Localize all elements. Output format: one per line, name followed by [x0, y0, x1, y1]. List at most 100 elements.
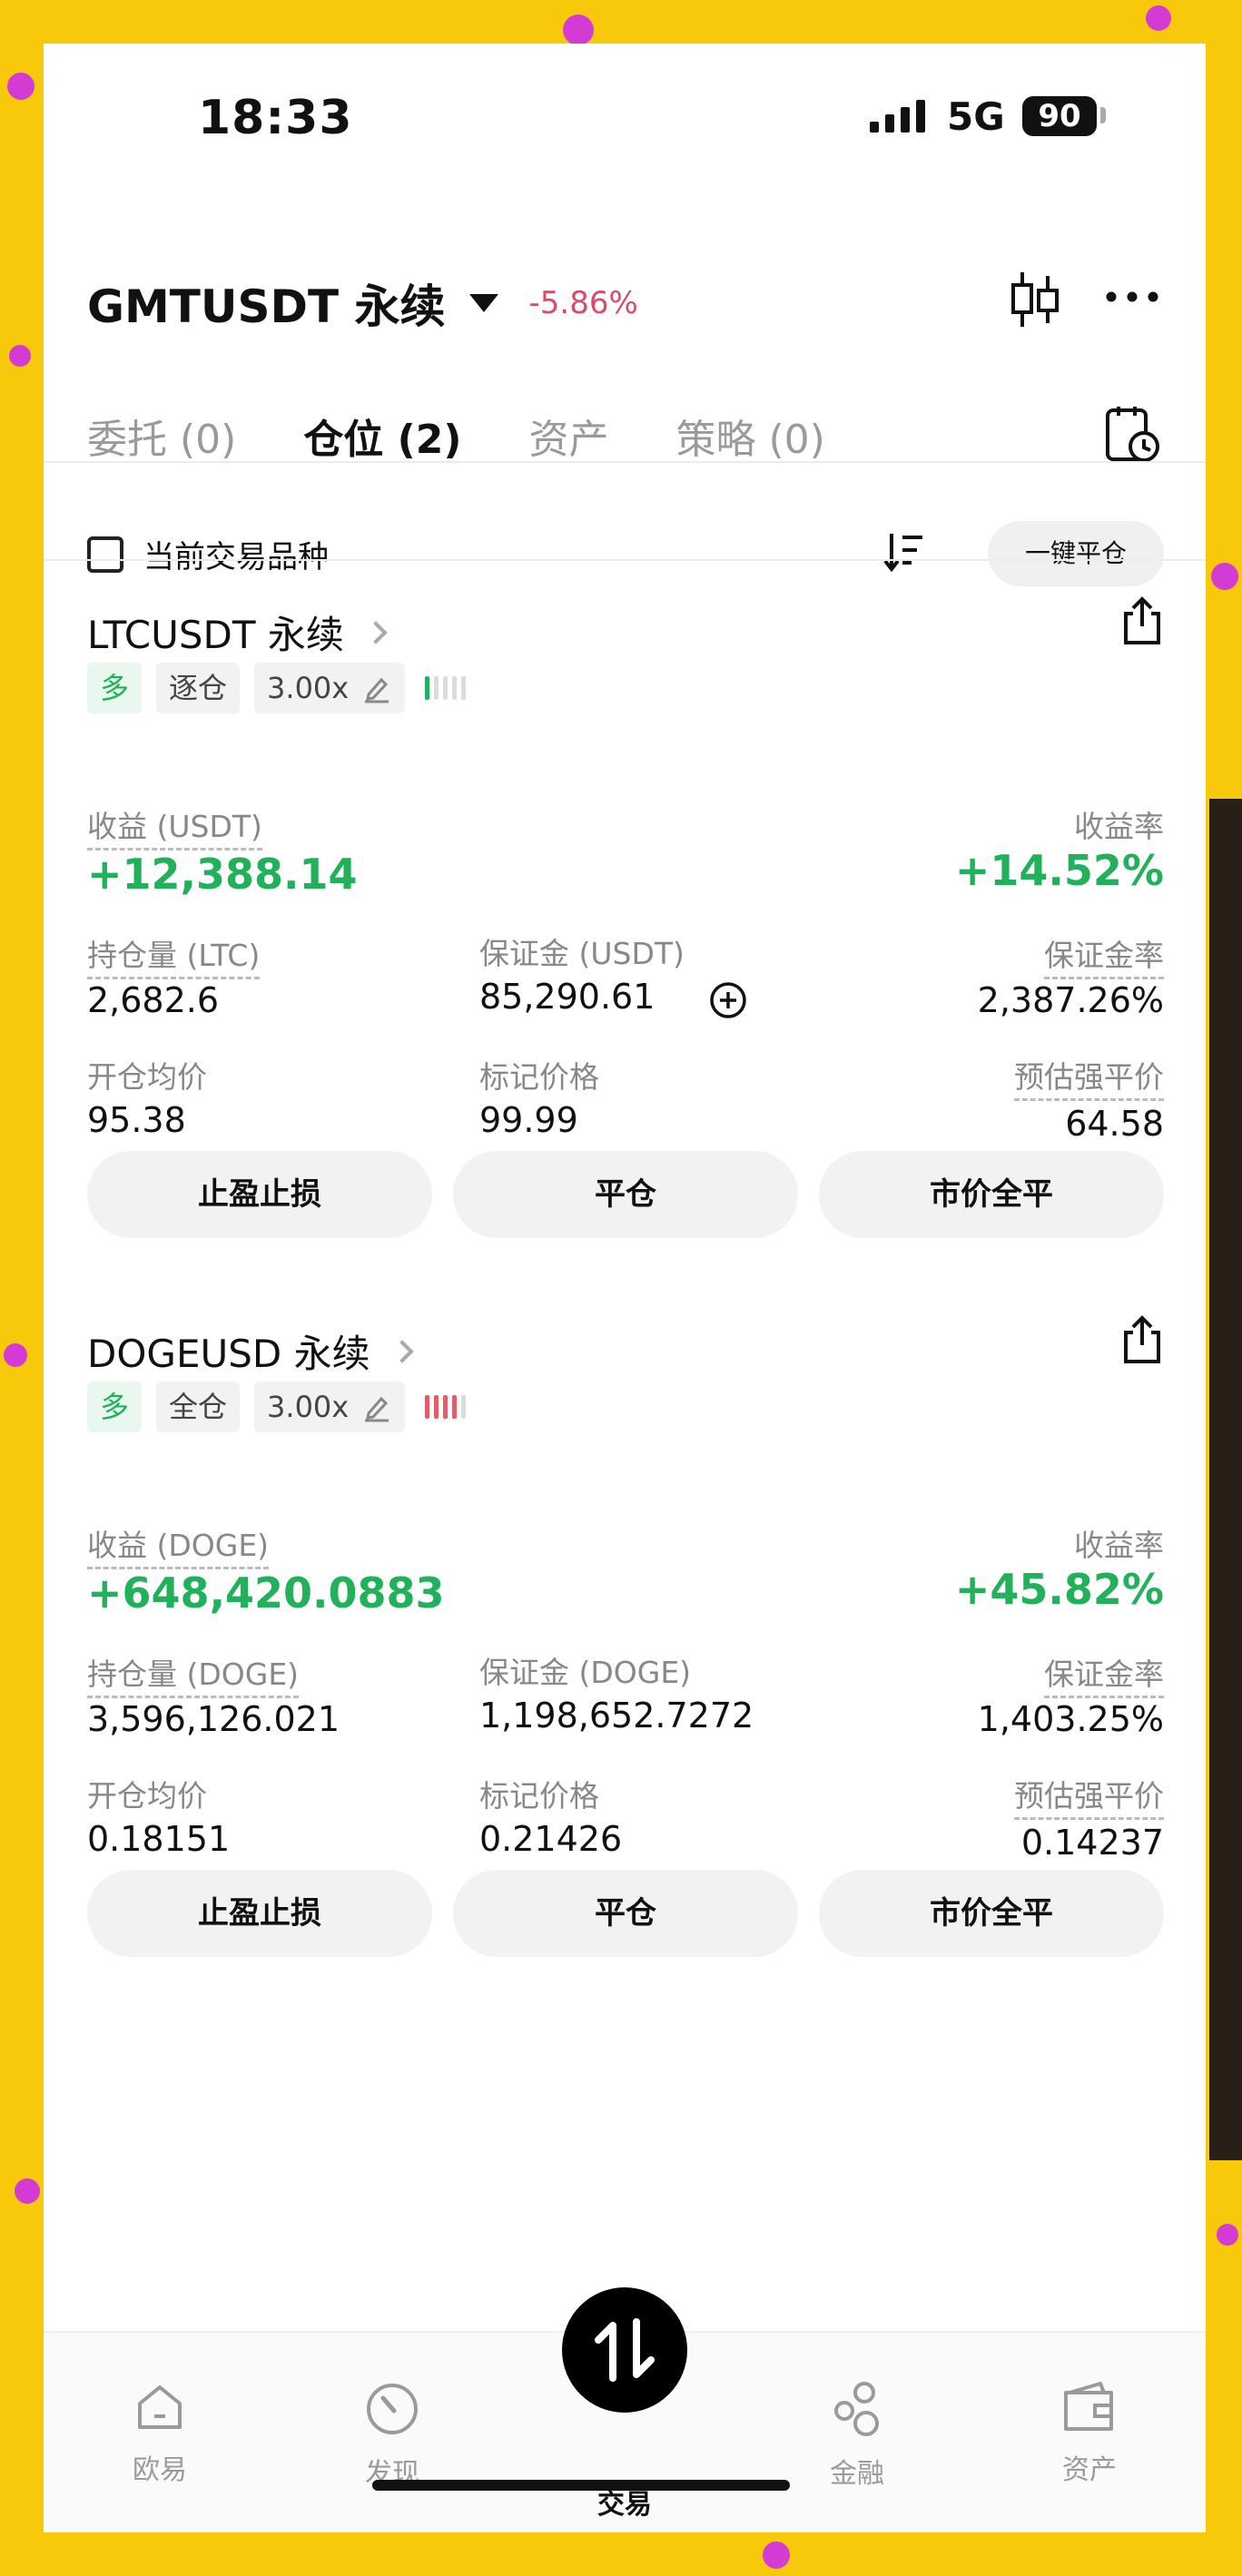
history-icon[interactable] [1104, 405, 1162, 465]
margin-label: 保证金 (USDT) [479, 936, 685, 971]
signal-icon [870, 100, 925, 133]
status-bar: 18:33 5G 90 [44, 44, 1206, 198]
edit-icon [365, 677, 389, 703]
market-close-button[interactable]: 市价全平 [819, 1151, 1164, 1238]
nav-trade-button[interactable] [562, 2287, 687, 2413]
more-icon[interactable] [1106, 290, 1158, 303]
position-card-doge: DOGEUSD 永续 多 全仓 3.00x 收益 (DOGE) +648,420… [87, 1315, 1164, 2013]
current-pair-filter[interactable]: 当前交易品种 [87, 532, 329, 576]
leverage-badge[interactable]: 3.00x [254, 663, 406, 713]
roi-value: +45.82% [954, 1565, 1164, 1614]
size-label: 持仓量 (DOGE) [87, 1650, 300, 1698]
position-tags: 多 逐仓 3.00x [87, 663, 467, 713]
entry-price-label: 开仓均价 [87, 1778, 207, 1814]
nav-home[interactable]: 欧易 [87, 2380, 232, 2487]
leverage-value: 3.00x [267, 1390, 350, 1424]
adl-indicator [425, 676, 467, 700]
network-type: 5G [947, 94, 1005, 139]
decorative-dot [15, 2178, 40, 2204]
pnl-label: 收益 (USDT) [87, 802, 262, 850]
decorative-dot [4, 1343, 27, 1367]
mark-price-label: 标记价格 [479, 1059, 599, 1095]
nav-home-label: 欧易 [133, 2454, 187, 2486]
mark-price-label: 标记价格 [479, 1778, 599, 1814]
position-tabs: 委托 (0) 仓位 (2) 资产 策略 (0) [87, 407, 825, 465]
side-badge: 多 [87, 663, 143, 713]
pair-title: GMTUSDT 永续 [87, 280, 446, 333]
share-icon[interactable] [1120, 595, 1164, 646]
adl-indicator [425, 1395, 467, 1419]
decorative-dot [9, 345, 31, 367]
tab-positions[interactable]: 仓位 (2) [303, 407, 461, 465]
tab-orders[interactable]: 委托 (0) [87, 407, 236, 465]
market-close-button[interactable]: 市价全平 [819, 1870, 1164, 1957]
close-position-button[interactable]: 平仓 [453, 1151, 798, 1238]
tab-strategies[interactable]: 策略 (0) [675, 407, 824, 465]
sort-icon[interactable] [882, 530, 926, 574]
roi-label: 收益率 [1074, 1528, 1164, 1563]
pair-selector[interactable]: GMTUSDT 永续 -5.86% [87, 270, 638, 336]
share-icon[interactable] [1120, 1314, 1164, 1365]
edit-icon [365, 1396, 389, 1422]
nav-assets[interactable]: 资产 [1017, 2380, 1162, 2487]
caret-down-icon [468, 294, 498, 312]
position-tags: 多 全仓 3.00x [87, 1381, 467, 1432]
tab-assets[interactable]: 资产 [528, 407, 608, 465]
current-pair-checkbox[interactable] [87, 536, 123, 573]
size-value: 2,682.6 [87, 980, 220, 1020]
close-all-button[interactable]: 一键平仓 [988, 521, 1164, 586]
decorative-dot [563, 15, 594, 45]
battery-tip [1100, 107, 1106, 123]
liq-price-value: 0.14237 [1020, 1823, 1164, 1863]
nav-finance[interactable]: 金融 [784, 2380, 930, 2491]
mark-price-value: 99.99 [479, 1100, 578, 1140]
leverage-value: 3.00x [267, 671, 350, 705]
chevron-right-icon [389, 1339, 414, 1363]
close-position-button[interactable]: 平仓 [453, 1870, 798, 1957]
margin-ratio-label: 保证金率 [1044, 1650, 1164, 1698]
margin-mode-badge: 全仓 [156, 1381, 241, 1432]
nav-assets-label: 资产 [1062, 2454, 1117, 2486]
liq-price-label: 预估强平价 [1014, 1772, 1164, 1820]
trade-icon [595, 2318, 655, 2382]
tp-sl-button[interactable]: 止盈止损 [87, 1870, 432, 1957]
roi-value: +14.52% [954, 846, 1164, 895]
size-value: 3,596,126.021 [87, 1699, 340, 1739]
liq-price-label: 预估强平价 [1014, 1053, 1164, 1101]
pnl-value: +12,388.14 [87, 850, 358, 899]
candlestick-chart-icon[interactable] [1010, 270, 1060, 329]
battery-icon: 90 [1022, 96, 1097, 136]
divider [44, 461, 1206, 463]
phone-screen: 18:33 5G 90 GMTUSDT 永续 -5.86% 委托 (0) 仓位 … [44, 44, 1206, 2532]
decorative-dot [1146, 5, 1171, 31]
entry-price-value: 0.18151 [87, 1819, 231, 1859]
size-label: 持仓量 (LTC) [87, 931, 261, 979]
side-badge: 多 [87, 1381, 143, 1432]
current-pair-label: 当前交易品种 [143, 539, 329, 575]
decorative-dot [7, 73, 34, 100]
bottom-nav: 欧易 发现 交易 金融 资产 [44, 2287, 1206, 2532]
divider [44, 559, 1206, 561]
liq-price-value: 64.58 [1065, 1104, 1164, 1144]
finance-icon [834, 2382, 879, 2436]
decorative-dot [763, 2542, 790, 2569]
discover-icon [367, 2384, 418, 2434]
nav-discover[interactable]: 发现 [320, 2380, 465, 2491]
tp-sl-button[interactable]: 止盈止损 [87, 1151, 432, 1238]
entry-price-value: 95.38 [87, 1100, 186, 1140]
margin-mode-badge: 逐仓 [156, 663, 241, 713]
home-icon [138, 2385, 182, 2429]
roi-label: 收益率 [1074, 809, 1164, 844]
leverage-badge[interactable]: 3.00x [254, 1381, 406, 1432]
entry-price-label: 开仓均价 [87, 1059, 207, 1095]
mark-price-value: 0.21426 [479, 1819, 623, 1859]
margin-ratio-value: 2,387.26% [977, 980, 1164, 1020]
pnl-value: +648,420.0883 [87, 1568, 445, 1617]
add-margin-icon[interactable] [708, 980, 748, 1020]
position-title-link[interactable]: DOGEUSD 永续 [87, 1323, 414, 1379]
home-indicator [372, 2480, 790, 2491]
position-title-link[interactable]: LTCUSDT 永续 [87, 605, 388, 660]
margin-label: 保证金 (DOGE) [479, 1655, 692, 1690]
margin-value: 1,198,652.7272 [479, 1696, 754, 1735]
chevron-right-icon [364, 620, 388, 644]
